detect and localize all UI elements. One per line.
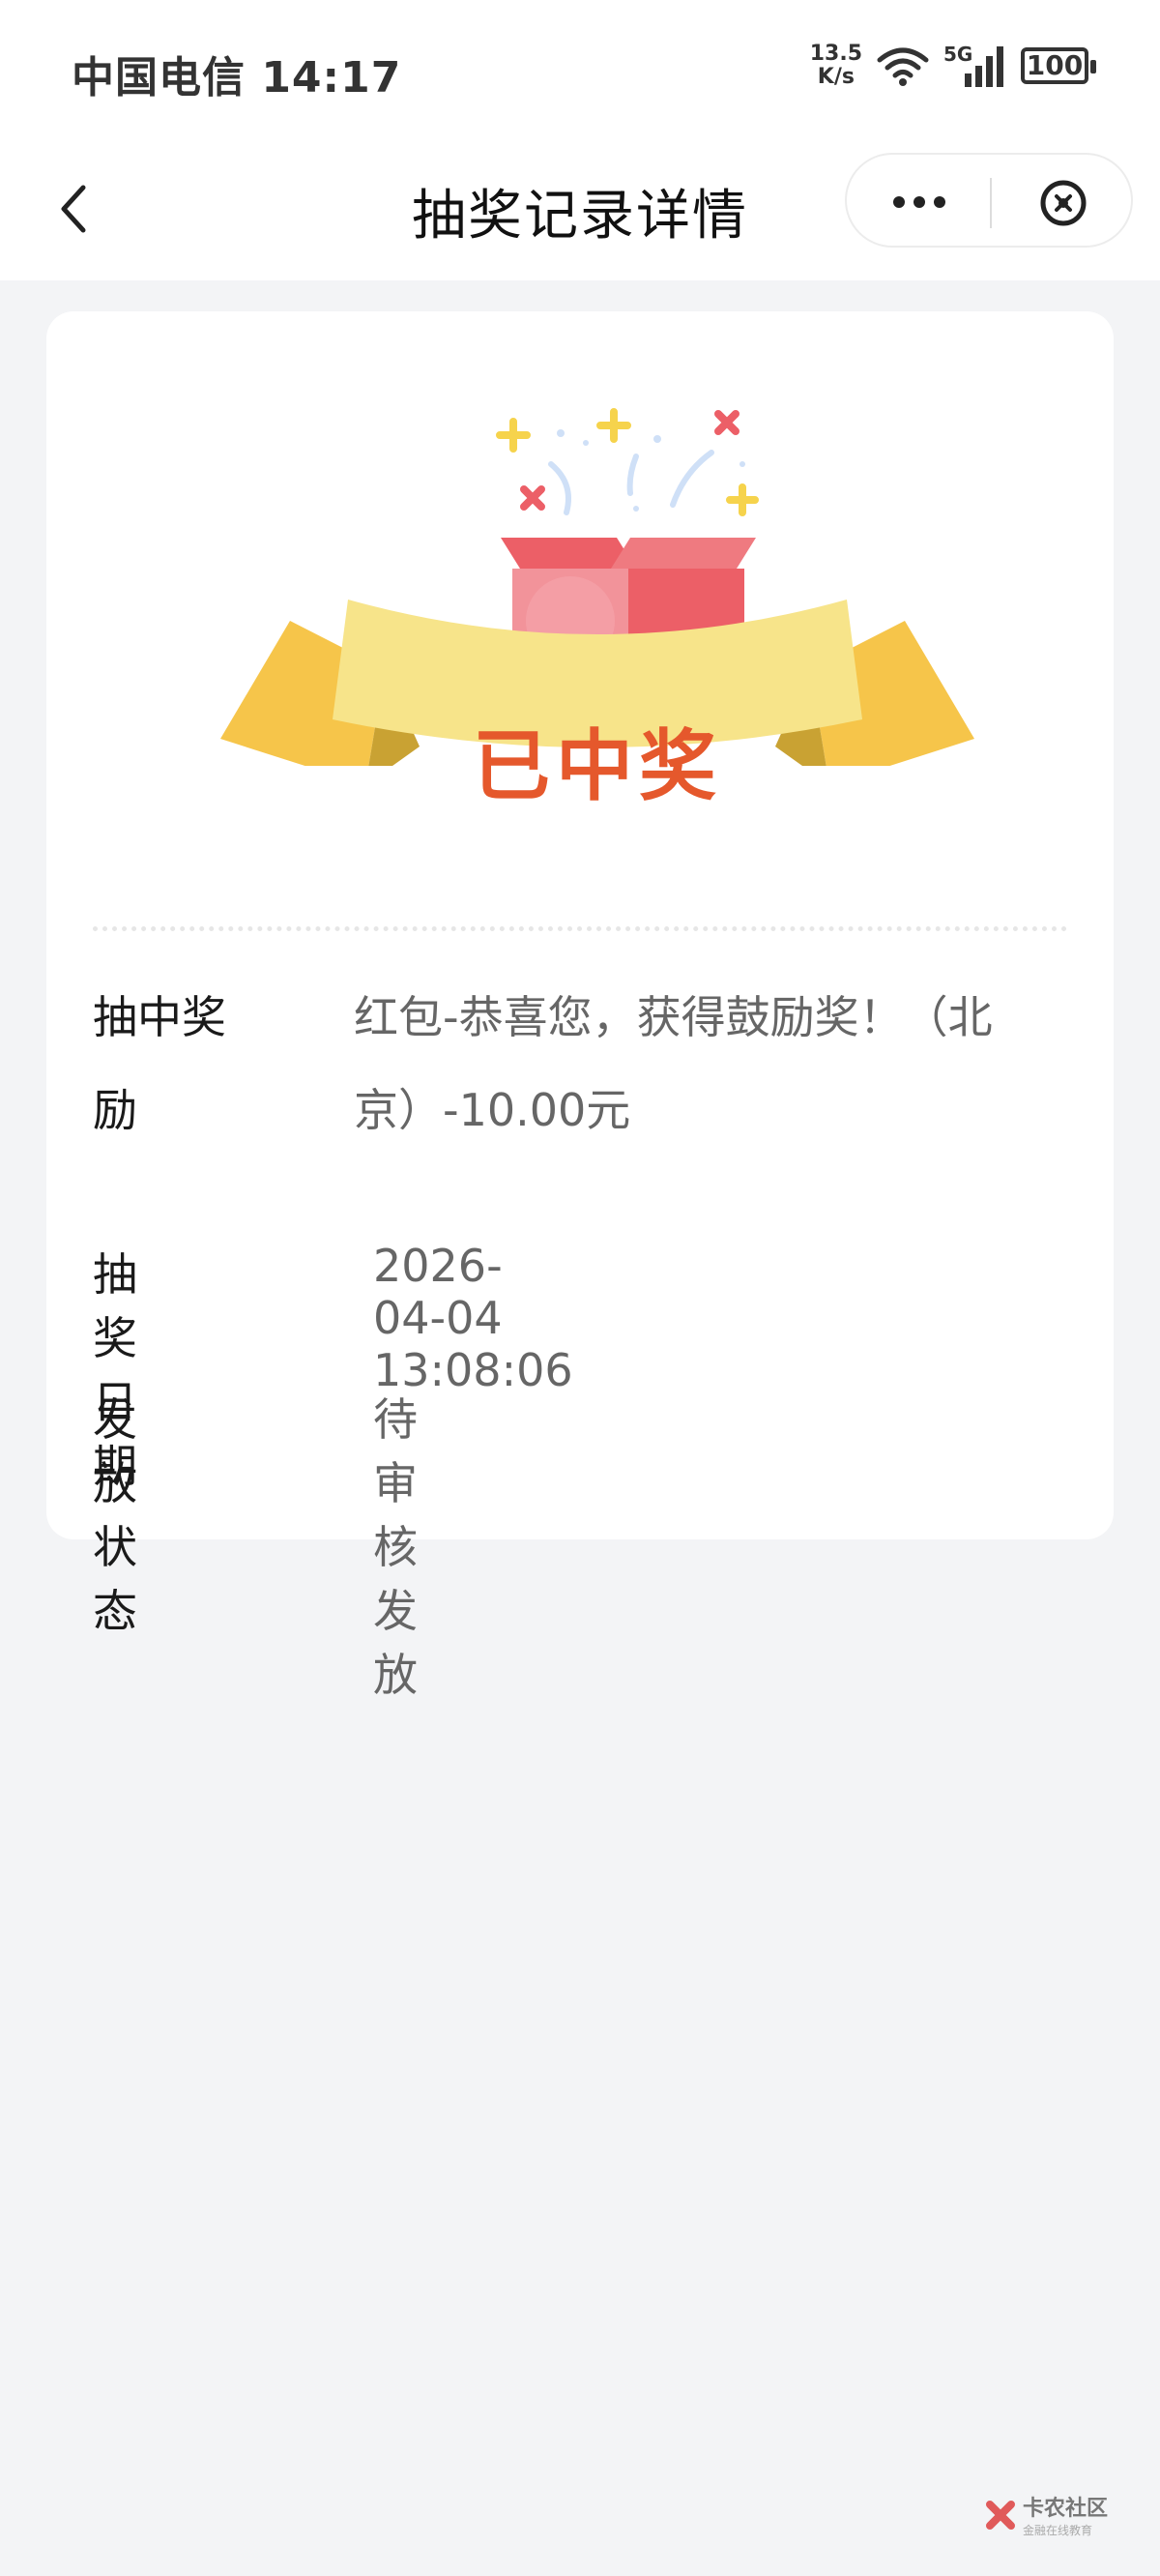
mini-program-capsule (845, 153, 1133, 248)
network-speed-unit: K/s (817, 65, 855, 89)
prize-value: 红包-恭喜您，获得鼓励奖！（北京）-10.00元 (354, 991, 993, 1136)
wifi-icon (877, 47, 929, 86)
prize-label: 抽中奖励 (93, 991, 226, 1136)
watermark-name: 卡农社区 (1023, 2497, 1109, 2521)
prize-detail-card: 已中奖 抽中奖励 红包-恭喜您，获得鼓励奖！（北京）-10.00元 抽奖日期 2… (46, 311, 1114, 1701)
date-value: 2026-04-04 13:08:06 (373, 1240, 573, 1396)
close-button[interactable] (1036, 176, 1090, 230)
network-speed: 13.5 K/s (810, 43, 862, 89)
status-value: 待审核发放 (373, 1393, 418, 1701)
section-divider (93, 926, 1067, 931)
more-button[interactable] (885, 180, 953, 224)
signal-5g: 5G (943, 43, 1007, 89)
watermark-logo-icon (986, 2500, 1015, 2530)
signal-bars-icon (965, 46, 1003, 87)
prize-won-illustration: 已中奖 (182, 379, 1013, 811)
status-icons: 13.5 K/s 5G 100 (810, 39, 1096, 93)
prize-won-label: 已中奖 (473, 721, 722, 811)
network-speed-value: 13.5 (809, 42, 862, 66)
status-label: 发放状态 (93, 1393, 137, 1637)
carrier-time: 中国电信 14:17 (72, 53, 402, 102)
watermark-tagline: 金融在线教育 (1023, 2524, 1093, 2537)
battery-indicator: 100 (1021, 47, 1096, 84)
close-circle-icon (1040, 180, 1087, 226)
more-dots-icon (893, 196, 945, 208)
watermark: 卡农社区 金融在线教育 (984, 2491, 1108, 2538)
capsule-divider (990, 178, 992, 228)
status-bar: 中国电信 14:17 13.5 K/s 5G 100 (0, 0, 1160, 135)
nav-bar: 抽奖记录详情 (0, 135, 1160, 280)
